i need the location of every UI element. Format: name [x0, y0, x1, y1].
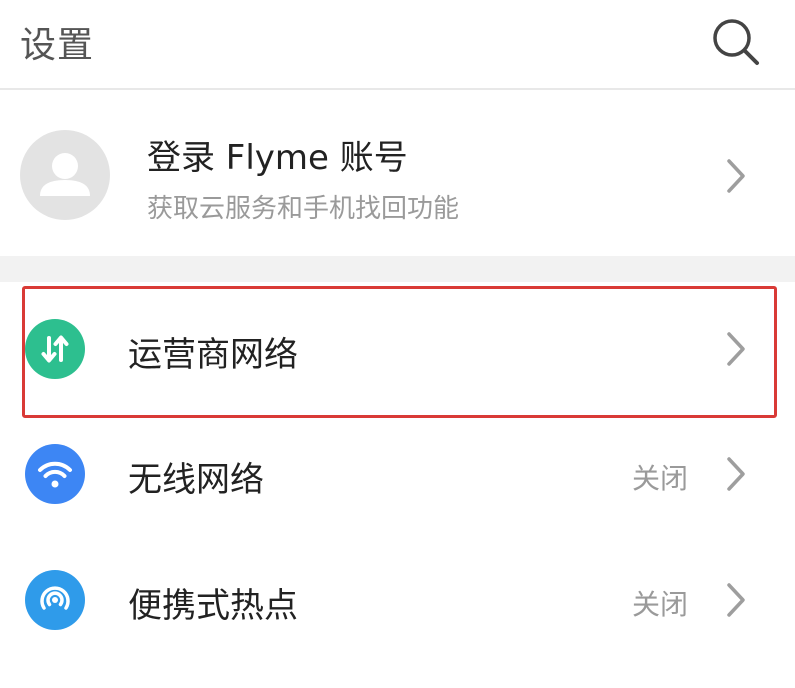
mobile-data-icon — [25, 319, 85, 379]
chevron-right-icon — [727, 159, 745, 193]
wifi-status: 关闭 — [632, 462, 689, 495]
wifi-icon — [25, 444, 85, 504]
account-subtitle: 获取云服务和手机找回功能 — [147, 194, 460, 224]
page-title: 设置 — [20, 25, 95, 66]
settings-item-wifi[interactable]: 无线网络 关闭 — [0, 412, 795, 538]
chevron-right-icon — [727, 457, 745, 491]
chevron-right-icon — [727, 583, 745, 617]
person-icon — [40, 153, 90, 196]
search-icon — [713, 19, 759, 65]
account-login-row[interactable]: 登录 Flyme 账号 获取云服务和手机找回功能 — [0, 92, 795, 256]
settings-item-carrier-network[interactable]: 运营商网络 — [0, 286, 795, 412]
settings-item-label: 无线网络 — [128, 460, 264, 500]
hotspot-status: 关闭 — [632, 588, 689, 621]
search-button[interactable] — [705, 12, 765, 72]
avatar — [20, 130, 110, 220]
account-title: 登录 Flyme 账号 — [147, 138, 408, 178]
hotspot-icon — [25, 570, 85, 630]
app-header: 设置 — [0, 0, 795, 90]
settings-item-label: 运营商网络 — [128, 335, 298, 375]
section-divider — [0, 256, 795, 282]
chevron-right-icon — [727, 332, 745, 366]
settings-item-label: 便携式热点 — [128, 586, 298, 626]
settings-item-hotspot[interactable]: 便携式热点 关闭 — [0, 538, 795, 664]
settings-screen: 设置 登录 Flyme 账号 获取云服务和手机找回功能 运营商网络 无线网络 关… — [0, 0, 795, 688]
